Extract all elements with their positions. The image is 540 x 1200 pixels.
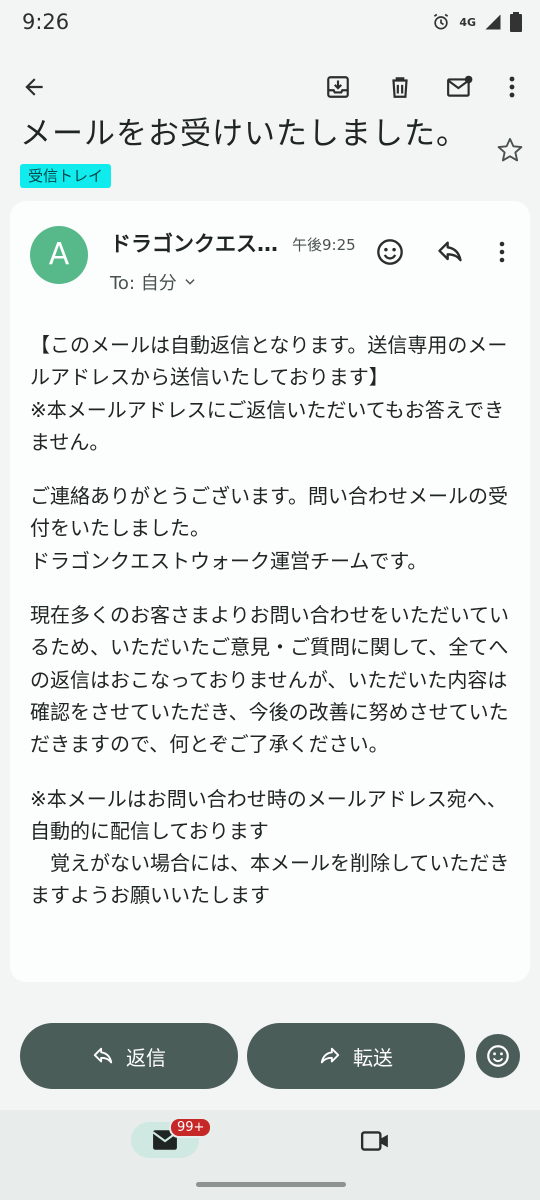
status-bar: 9:26 4G <box>0 0 540 48</box>
email-subject: メールをお受けいたしました。 <box>20 116 468 152</box>
star-button[interactable] <box>496 136 528 168</box>
gesture-bar[interactable] <box>196 1182 346 1187</box>
inbox-label-chip[interactable]: 受信トレイ <box>20 164 112 188</box>
sender-name[interactable]: ドラゴンクエス… <box>110 228 278 258</box>
delete-icon <box>392 77 408 98</box>
message-card: A ドラゴンクエス… 午後9:25 To: 自分 【このメールは自動返信となりま… <box>10 201 530 982</box>
avatar[interactable]: A <box>30 226 88 284</box>
body-paragraph: ※本メールはお問い合わせ時のメールアドレス宛へ、自動的に配信しております 覚えが… <box>30 786 510 908</box>
back-arrow-icon <box>25 78 43 96</box>
status-icons: 4G <box>431 12 522 32</box>
archive-button[interactable] <box>318 67 358 107</box>
add-reaction-button[interactable] <box>372 234 408 270</box>
reply-icon <box>438 241 462 262</box>
archive-icon <box>327 76 349 98</box>
forward-label: 転送 <box>353 1045 393 1070</box>
more-vert-icon <box>499 241 505 263</box>
mark-unread-icon <box>447 75 473 97</box>
star-icon <box>497 137 523 162</box>
body-paragraph: 【このメールは自動返信となります。送信専用のメールアドレスから送信いたしておりま… <box>30 333 508 454</box>
message-body: 【このメールは自動返信となります。送信専用のメールアドレスから送信いたしておりま… <box>30 329 510 934</box>
alarm-icon <box>434 13 449 30</box>
recipient-details[interactable]: To: 自分 <box>110 269 197 295</box>
signal-icon <box>485 14 501 30</box>
network-type: 4G <box>459 15 476 29</box>
unread-badge: 99+ <box>169 1117 213 1138</box>
chevron-down-icon <box>185 279 195 285</box>
bottom-navigation: 99+ <box>0 1110 540 1200</box>
reply-label: 返信 <box>126 1045 166 1070</box>
back-button[interactable] <box>14 67 54 107</box>
nav-meet[interactable] <box>358 1126 392 1156</box>
reply-button[interactable]: 返信 <box>20 1023 238 1089</box>
mark-unread-button[interactable] <box>440 67 480 107</box>
video-icon <box>360 1131 388 1151</box>
more-options-button[interactable] <box>492 67 532 107</box>
message-more-button[interactable] <box>484 234 520 270</box>
more-vert-icon <box>509 76 515 98</box>
delete-button[interactable] <box>380 67 420 107</box>
emoji-reaction-button[interactable] <box>476 1034 520 1078</box>
reply-icon-button[interactable] <box>432 234 468 270</box>
forward-icon <box>320 1047 340 1064</box>
message-time: 午後9:25 <box>292 236 356 254</box>
battery-icon <box>510 12 522 32</box>
recipient-label: To: 自分 <box>110 273 177 294</box>
reply-icon <box>93 1047 113 1064</box>
emoji-icon <box>377 239 403 265</box>
emoji-icon <box>487 1045 509 1067</box>
forward-button[interactable]: 転送 <box>247 1023 465 1089</box>
status-time: 9:26 <box>22 10 70 34</box>
body-paragraph: 現在多くのお客さまよりお問い合わせをいただいているため、いただいたご意見・ご質問… <box>30 603 509 757</box>
body-paragraph: ご連絡ありがとうございます。問い合わせメールの受付をいたしました。 ドラゴンクエ… <box>30 484 508 573</box>
